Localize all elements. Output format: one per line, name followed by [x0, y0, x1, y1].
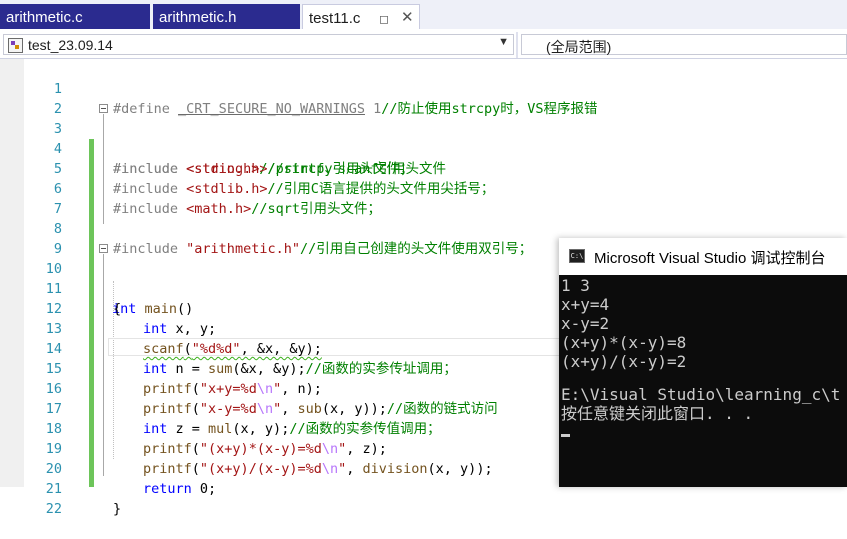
tab-label: test11.c — [309, 10, 361, 27]
chevron-down-icon[interactable]: ▼ — [498, 36, 509, 48]
scope-name: (全局范围) — [546, 39, 612, 55]
code-line: 3 #include <stdio.h>//printf、scanf引用头文件 — [0, 99, 847, 177]
console-line: E:\Visual Studio\learning_c\t — [561, 385, 841, 404]
code-text: } — [113, 501, 122, 517]
console-icon: C:\ — [569, 249, 585, 263]
project-name: test_23.09.14 — [28, 37, 113, 53]
tab-test11-c[interactable]: test11.c ◻ ✕ — [302, 4, 420, 30]
code-line: 5 #include <stdlib.h>//引用C语言提供的头文件用尖括号； — [0, 139, 847, 197]
collapse-icon[interactable] — [99, 104, 108, 113]
console-line: x+y=4 — [561, 295, 610, 314]
code-line: 1 #define _CRT_SECURE_NO_WARNINGS 1//防止使… — [0, 59, 847, 117]
collapse-icon[interactable] — [99, 244, 108, 253]
navbar-divider — [516, 32, 518, 58]
code-line: 6 #include <math.h>//sqrt引用头文件； — [0, 159, 847, 217]
code-line: 2 — [0, 79, 847, 117]
pin-icon[interactable]: ◻ — [379, 12, 389, 26]
tab-label: arithmetic.c — [6, 9, 83, 26]
console-line: (x+y)*(x-y)=8 — [561, 333, 687, 352]
code-line: 7 — [0, 179, 847, 217]
code-line: 8 #include "arithmetic.h"//引用自己创建的头文件使用双… — [0, 199, 847, 257]
console-line: (x+y)/(x-y)=2 — [561, 352, 687, 371]
console-line: 1 3 — [561, 276, 590, 295]
code-line: 4 #include <string.h>//strcpy引用头文件； — [0, 119, 847, 177]
console-cursor — [561, 434, 570, 437]
debug-console-window[interactable]: C:\ Microsoft Visual Studio 调试控制台 1 3 x+… — [559, 238, 847, 487]
tab-label: arithmetic.h — [159, 9, 237, 26]
code-line: 9 — [0, 219, 847, 257]
console-line: 按任意键关闭此窗口. . . — [561, 404, 754, 423]
console-title: Microsoft Visual Studio 调试控制台 — [594, 250, 826, 267]
navigation-bar: test_23.09.14 ▼ (全局范围) — [0, 32, 847, 59]
console-title-bar[interactable]: C:\ Microsoft Visual Studio 调试控制台 — [559, 238, 847, 275]
close-icon[interactable]: ✕ — [401, 8, 414, 26]
project-dropdown[interactable]: test_23.09.14 ▼ — [3, 34, 514, 55]
scope-dropdown[interactable]: (全局范围) — [521, 34, 847, 55]
tab-arithmetic-c[interactable]: arithmetic.c — [0, 4, 150, 30]
line-number: 22 — [45, 501, 62, 517]
project-icon — [8, 38, 23, 53]
console-output[interactable]: 1 3 x+y=4 x-y=2 (x+y)*(x-y)=8 (x+y)/(x-y… — [559, 275, 847, 487]
document-tab-strip: arithmetic.c arithmetic.h test11.c ◻ ✕ — [0, 0, 847, 30]
console-line: x-y=2 — [561, 314, 610, 333]
tab-arithmetic-h[interactable]: arithmetic.h — [153, 4, 300, 30]
